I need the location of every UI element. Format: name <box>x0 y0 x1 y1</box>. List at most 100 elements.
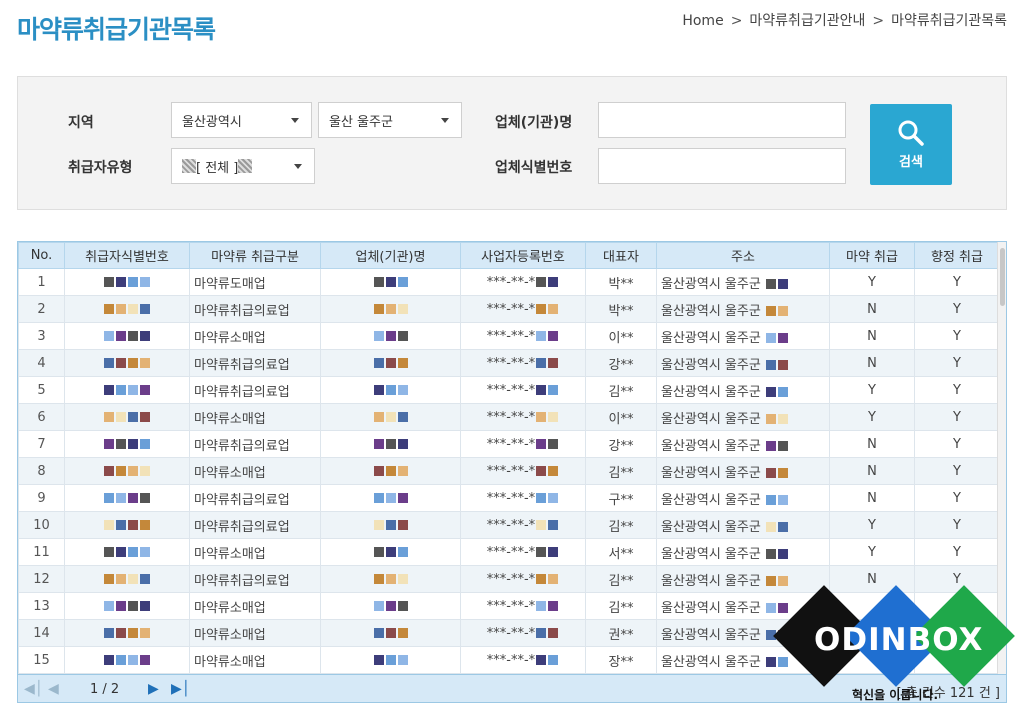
table-row[interactable]: 3 마약류소매업 ***-**-* 이** 울산광역시 울주군 NY <box>18 322 1000 350</box>
last-page-icon[interactable]: ▶│ <box>171 681 190 697</box>
first-page-icon[interactable]: ◀│ <box>24 681 43 697</box>
table-row[interactable]: 1 마약류도매업 ***-**-* 박** 울산광역시 울주군 YY <box>18 268 1000 296</box>
cell-narcotics: N <box>829 322 915 350</box>
company-name-input[interactable] <box>598 102 846 138</box>
cell-no: 6 <box>18 403 65 431</box>
col-header-company[interactable]: 업체(기관)명 <box>320 242 461 269</box>
cell-representative: 구** <box>585 484 657 512</box>
cell-representative: 권** <box>585 619 657 647</box>
masked-text <box>535 491 559 506</box>
address-text: 울산광역시 울주군 <box>661 357 761 373</box>
scrollbar-thumb[interactable] <box>1000 248 1005 306</box>
cell-psychotropic: Y <box>914 322 1000 350</box>
address-text: 울산광역시 울주군 <box>661 573 761 589</box>
region-city-select[interactable]: 울산광역시 <box>171 102 312 138</box>
masked-text <box>373 329 409 344</box>
masked-text <box>535 356 559 371</box>
cell-company[interactable] <box>320 538 461 566</box>
cell-handler-id <box>64 295 190 323</box>
cell-company[interactable] <box>320 565 461 593</box>
masked-text <box>103 437 151 452</box>
table-row[interactable]: 8 마약류소매업 ***-**-* 김** 울산광역시 울주군 NY <box>18 457 1000 485</box>
col-header-narcotics[interactable]: 마약 취급 <box>829 242 915 269</box>
table-row[interactable]: 2 마약류취급의료업 ***-**-* 박** 울산광역시 울주군 NY <box>18 295 1000 323</box>
col-header-psychotropic[interactable]: 향정 취급 <box>914 242 1000 269</box>
cell-company[interactable] <box>320 457 461 485</box>
cell-category: 마약류취급의료업 <box>189 511 321 539</box>
cell-category: 마약류취급의료업 <box>189 565 321 593</box>
table-row[interactable]: 9 마약류취급의료업 ***-**-* 구** 울산광역시 울주군 NY <box>18 484 1000 512</box>
cell-company[interactable] <box>320 646 461 674</box>
business-reg-prefix: ***-**-* <box>486 598 536 614</box>
cell-company[interactable] <box>320 511 461 539</box>
cell-company[interactable] <box>320 484 461 512</box>
company-name-label: 업체(기관)명 <box>495 115 573 131</box>
address-text: 울산광역시 울주군 <box>661 627 761 643</box>
masked-text <box>373 572 409 587</box>
cell-category: 마약류소매업 <box>189 592 321 620</box>
business-reg-prefix: ***-**-* <box>486 355 536 371</box>
col-header-representative[interactable]: 대표자 <box>585 242 657 269</box>
cell-representative: 이** <box>585 403 657 431</box>
company-id-input[interactable] <box>598 148 846 184</box>
cell-category: 마약류취급의료업 <box>189 484 321 512</box>
cell-company[interactable] <box>320 268 461 296</box>
address-text: 울산광역시 울주군 <box>661 546 761 562</box>
cell-company[interactable] <box>320 295 461 323</box>
cell-representative: 이** <box>585 322 657 350</box>
breadcrumb-home[interactable]: Home <box>682 13 723 29</box>
cell-no: 9 <box>18 484 65 512</box>
cell-category: 마약류도매업 <box>189 268 321 296</box>
cell-psychotropic: Y <box>914 457 1000 485</box>
col-header-business-reg[interactable]: 사업자등록번호 <box>460 242 586 269</box>
masked-text <box>373 302 409 317</box>
table-row[interactable]: 7 마약류취급의료업 ***-**-* 강** 울산광역시 울주군 NY <box>18 430 1000 458</box>
table-row[interactable]: 10 마약류취급의료업 ***-**-* 김** 울산광역시 울주군 YY <box>18 511 1000 539</box>
table-row[interactable]: 4 마약류취급의료업 ***-**-* 강** 울산광역시 울주군 NY <box>18 349 1000 377</box>
cell-handler-id <box>64 646 190 674</box>
region-city-value: 울산광역시 <box>182 114 242 130</box>
breadcrumb-section[interactable]: 마약류취급기관안내 <box>749 10 865 30</box>
col-header-no[interactable]: No. <box>18 242 65 269</box>
prev-page-icon[interactable]: ◀ <box>48 681 59 697</box>
col-header-category[interactable]: 마약류 취급구분 <box>189 242 321 269</box>
table-header-row: No. 취급자식별번호 마약류 취급구분 업체(기관)명 사업자등록번호 대표자… <box>18 242 1000 269</box>
cell-category: 마약류소매업 <box>189 403 321 431</box>
cell-handler-id <box>64 511 190 539</box>
cell-company[interactable] <box>320 376 461 404</box>
cell-business-reg: ***-**-* <box>460 322 586 350</box>
table-row[interactable]: 6 마약류소매업 ***-**-* 이** 울산광역시 울주군 YY <box>18 403 1000 431</box>
col-header-handler-id[interactable]: 취급자식별번호 <box>64 242 190 269</box>
cell-category: 마약류취급의료업 <box>189 430 321 458</box>
cell-company[interactable] <box>320 349 461 377</box>
cell-address: 울산광역시 울주군 <box>656 430 830 458</box>
logo-tagline: 혁신을 이룹니다. <box>852 688 939 702</box>
search-button[interactable]: 검색 <box>870 104 952 185</box>
business-reg-prefix: ***-**-* <box>486 328 536 344</box>
cell-business-reg: ***-**-* <box>460 403 586 431</box>
cell-no: 4 <box>18 349 65 377</box>
next-page-icon[interactable]: ▶ <box>148 681 159 697</box>
masked-area <box>238 159 253 173</box>
cell-company[interactable] <box>320 322 461 350</box>
cell-representative: 김** <box>585 565 657 593</box>
handler-type-select[interactable]: [ 전체 ] <box>171 148 315 184</box>
col-header-address[interactable]: 주소 <box>656 242 830 269</box>
masked-text <box>103 410 151 425</box>
region-district-select[interactable]: 울산 울주군 <box>318 102 462 138</box>
cell-representative: 김** <box>585 376 657 404</box>
masked-text <box>103 545 151 560</box>
masked-text <box>373 437 409 452</box>
cell-company[interactable] <box>320 430 461 458</box>
cell-company[interactable] <box>320 619 461 647</box>
cell-company[interactable] <box>320 403 461 431</box>
cell-address: 울산광역시 울주군 <box>656 484 830 512</box>
business-reg-prefix: ***-**-* <box>486 544 536 560</box>
address-text: 울산광역시 울주군 <box>661 384 761 400</box>
cell-company[interactable] <box>320 592 461 620</box>
masked-text <box>103 383 151 398</box>
breadcrumb-separator: > <box>730 13 743 29</box>
page-indicator: 1 / 2 <box>90 682 120 697</box>
table-row[interactable]: 5 마약류취급의료업 ***-**-* 김** 울산광역시 울주군 YY <box>18 376 1000 404</box>
table-row[interactable]: 11 마약류소매업 ***-**-* 서** 울산광역시 울주군 YY <box>18 538 1000 566</box>
